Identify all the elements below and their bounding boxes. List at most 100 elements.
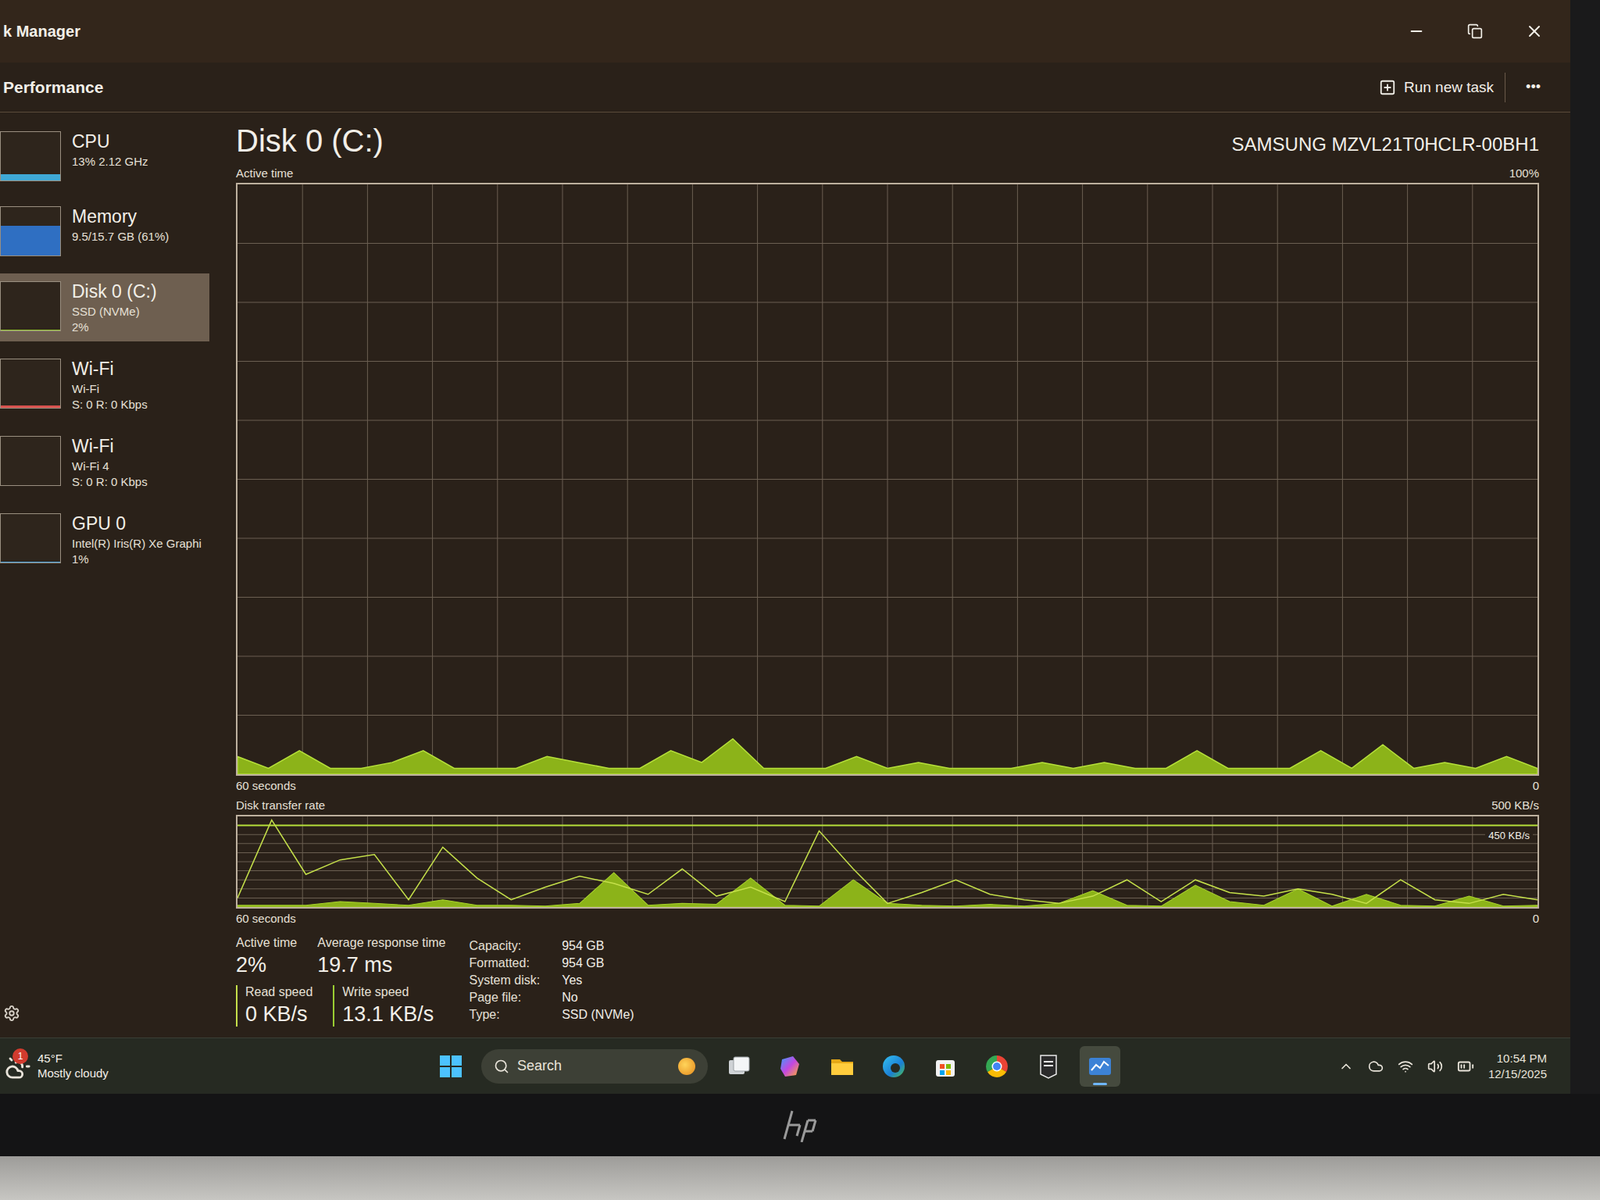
taskbar-app[interactable] [718, 1046, 760, 1087]
marker-line [237, 825, 1538, 827]
property-value: 954 GB [561, 939, 634, 954]
sidebar-item-detail: 1% [71, 552, 202, 566]
taskbar-app[interactable] [770, 1046, 811, 1087]
property-label: Formatted: [469, 956, 541, 971]
sidebar-item-detail: 9.5/15.7 GB (61%) [71, 229, 169, 243]
battery-icon[interactable] [1457, 1057, 1475, 1075]
time-span: 60 seconds [235, 778, 297, 793]
disk-model: SAMSUNG MZVL21T0HCLR-00BH1 [1232, 133, 1540, 159]
thumbnail-graph [0, 435, 61, 486]
stat: Active time2% [235, 935, 297, 978]
sidebar-item[interactable]: Disk 0 (C:)SSD (NVMe)2% [0, 273, 210, 342]
sidebar-item-detail: 2% [71, 320, 158, 334]
disk-panel: Disk 0 (C:)SAMSUNG MZVL21T0HCLR-00BH1Act… [226, 112, 1571, 1038]
sidebar-item[interactable]: Memory9.5/15.7 GB (61%) [0, 198, 210, 265]
hinge [0, 1156, 1600, 1200]
onedrive-icon[interactable] [1367, 1058, 1384, 1075]
sidebar-item-name: Wi-Fi [71, 358, 148, 380]
window-body: CPU13% 2.12 GHzMemory9.5/15.7 GB (61%)Di… [0, 112, 1571, 1038]
weather-widget[interactable]: 1 45°FMostly cloudy [4, 1051, 432, 1082]
sidebar-item[interactable]: CPU13% 2.12 GHz [0, 123, 210, 190]
more-button[interactable]: ••• [1522, 74, 1544, 100]
chart-title: Disk transfer rate [235, 798, 325, 812]
settings-icon[interactable] [3, 1004, 21, 1022]
sidebar-item[interactable]: GPU 0Intel(R) Iris(R) Xe Graphi1% [0, 505, 210, 574]
chevron-up-icon[interactable] [1338, 1058, 1354, 1075]
read-series [237, 872, 1538, 908]
property-value: No [561, 990, 634, 1005]
taskbar-app[interactable] [873, 1046, 915, 1087]
sidebar-item-name: Wi-Fi [71, 435, 148, 458]
weather-temp: 45°F [37, 1051, 109, 1067]
property-value: 954 GB [561, 956, 634, 971]
clock-time: 10:54 PM [1496, 1050, 1547, 1067]
bottom-bezel [0, 1093, 1600, 1157]
chart-title: Active time [235, 166, 293, 180]
taskbar-apps: Search [431, 1046, 1121, 1087]
task-manager-icon [1086, 1053, 1114, 1080]
taskbar-app[interactable] [1079, 1046, 1121, 1087]
thumbnail-graph [0, 281, 61, 332]
start-button[interactable] [431, 1046, 471, 1086]
write-series [237, 820, 1538, 904]
search-box[interactable]: Search [481, 1049, 708, 1084]
search-highlight-icon [678, 1057, 696, 1075]
close-icon[interactable] [1525, 21, 1544, 41]
property-value: Yes [561, 973, 634, 988]
sidebar-item[interactable]: Wi-FiWi-FiS: 0 R: 0 Kbps [0, 350, 210, 419]
property-label: Capacity: [469, 939, 541, 954]
weather-text: Mostly cloudy [37, 1066, 109, 1082]
thumbnail-graph [0, 358, 61, 409]
thumbnail-graph [0, 206, 61, 257]
edge-icon [880, 1053, 908, 1080]
taskbar-app[interactable] [1028, 1046, 1069, 1087]
screen-row: k Manager Performance Run new task ••• CPU13… [0, 0, 1600, 1094]
axis-min: 0 [1532, 778, 1540, 793]
chart-grid [237, 184, 1538, 775]
sidebar-item[interactable]: Wi-FiWi-Fi 4 S: 0 R: 0 Kbps [0, 428, 210, 497]
disk-stats: Active time2% Average response time19.7 m… [235, 928, 1540, 1027]
epic-games-icon [1035, 1053, 1062, 1080]
header-actions: Run new task ••• [1375, 72, 1544, 103]
copilot-icon [777, 1053, 804, 1080]
marker-label: 450 KB/s [1485, 828, 1533, 843]
taskbar-app[interactable] [821, 1046, 863, 1087]
title-bar: k Manager [0, 0, 1571, 63]
page-title: Performance [3, 78, 104, 97]
taskbar-app[interactable] [976, 1046, 1018, 1087]
property-value: SSD (NVMe) [561, 1007, 634, 1022]
sidebar-item-detail: 13% 2.12 GHz [71, 154, 149, 168]
axis-max: 500 KB/s [1491, 798, 1540, 812]
speed-stat: Read speed0 KB/s [235, 985, 313, 1027]
wifi-icon[interactable] [1397, 1058, 1414, 1075]
sidebar-item-detail: Wi-Fi 4 [71, 459, 148, 473]
taskbar-app[interactable] [925, 1046, 966, 1087]
active-time-area [237, 739, 1538, 775]
clock[interactable]: 10:54 PM12/15/2025 [1488, 1050, 1547, 1082]
minimize-icon[interactable] [1407, 22, 1425, 40]
search-placeholder: Search [517, 1057, 671, 1075]
sidebar-item-detail: S: 0 R: 0 Kbps [71, 397, 148, 411]
active-time-chart [235, 182, 1540, 776]
property-label: System disk: [469, 973, 541, 988]
volume-icon[interactable] [1427, 1058, 1443, 1075]
chrome-icon [983, 1053, 1011, 1080]
run-task-icon [1378, 78, 1397, 97]
sidebar-item-detail: S: 0 R: 0 Kbps [71, 475, 148, 489]
sidebar-item-name: CPU [71, 131, 149, 153]
transfer-rate-chart: 450 KB/s [235, 814, 1540, 909]
window-title: k Manager [3, 22, 81, 41]
taskbar: 1 45°FMostly cloudy Search 10:54 PM12/15/20… [0, 1037, 1571, 1094]
notification-badge: 1 [12, 1048, 29, 1065]
task-view-icon [725, 1053, 753, 1080]
stat: Average response time19.7 ms [317, 935, 446, 978]
axis-max: 100% [1509, 166, 1540, 180]
restore-icon[interactable] [1467, 23, 1483, 40]
disk-properties: Capacity: 954 GB Formatted: 954 GB System di… [469, 935, 635, 1027]
run-new-task-button[interactable]: Run new task [1375, 72, 1506, 103]
time-span: 60 seconds [235, 911, 297, 925]
chart-grid [237, 816, 1538, 908]
windows-logo-icon [439, 1054, 463, 1079]
sidebar-item-detail: SSD (NVMe) [71, 304, 158, 318]
thumbnail-graph [0, 513, 61, 564]
